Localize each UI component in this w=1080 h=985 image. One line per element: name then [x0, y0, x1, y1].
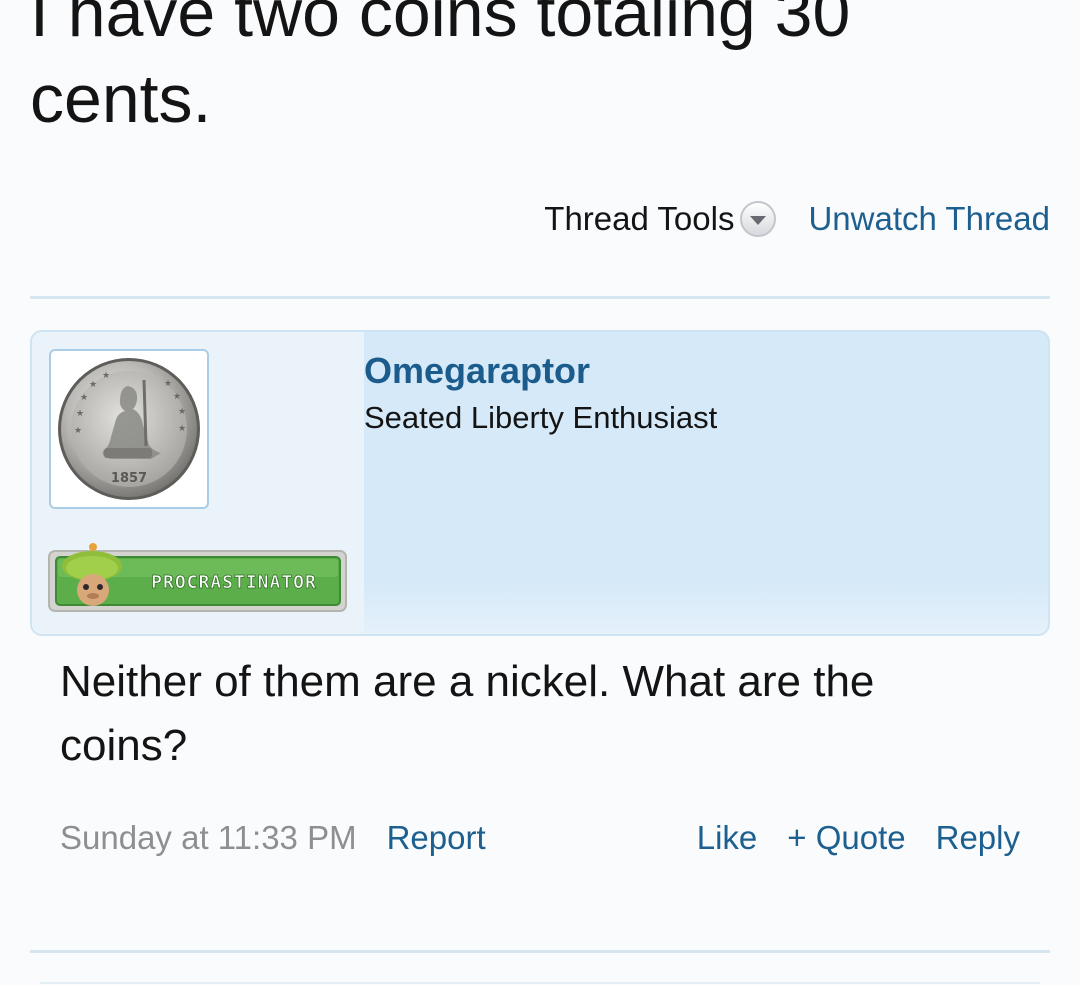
post-author-username[interactable]: Omegaraptor [364, 350, 590, 392]
svg-text:★: ★ [102, 371, 110, 381]
thread-page: I have two coins totaling 30 cents. Thre… [0, 0, 1080, 985]
svg-text:★: ★ [74, 426, 82, 436]
thread-tools-menu[interactable]: Thread Tools [544, 200, 777, 238]
badge-label: PROCRASTINATOR [151, 572, 317, 593]
svg-text:★: ★ [89, 380, 97, 390]
reply-button[interactable]: Reply [936, 815, 1020, 861]
thread-tools-bar: Thread Tools Unwatch Thread [544, 196, 1050, 242]
seated-liberty-coin-icon: ★ ★ ★ ★ ★ ★ ★ ★ ★ 1857 [58, 358, 200, 500]
award-badge[interactable]: PROCRASTINATOR [48, 542, 348, 621]
post-actions: Like + Quote Reply [697, 815, 1020, 861]
quote-button[interactable]: + Quote [787, 815, 905, 861]
avatar-column: ★ ★ ★ ★ ★ ★ ★ ★ ★ 1857 PROCRASTINATOR [32, 332, 364, 634]
coin-year: 1857 [111, 471, 147, 486]
post-author-title: Seated Liberty Enthusiast [364, 400, 718, 435]
report-link[interactable]: Report [387, 815, 486, 861]
svg-text:★: ★ [178, 424, 186, 434]
svg-text:★: ★ [76, 409, 84, 419]
svg-text:★: ★ [178, 407, 186, 417]
thread-title: I have two coins totaling 30 cents. [30, 0, 851, 137]
thread-divider [30, 296, 1050, 299]
avatar[interactable]: ★ ★ ★ ★ ★ ★ ★ ★ ★ 1857 [49, 349, 209, 509]
post-divider [30, 950, 1050, 953]
post-message-body: Neither of them are a nickel. What are t… [60, 657, 875, 770]
svg-text:★: ★ [164, 379, 172, 389]
svg-text:★: ★ [80, 393, 88, 403]
procrastinator-badge: PROCRASTINATOR [48, 543, 347, 612]
thread-tools-label: Thread Tools [544, 200, 735, 237]
like-button[interactable]: Like [697, 815, 758, 861]
svg-text:★: ★ [173, 392, 181, 402]
chevron-down-icon[interactable] [740, 201, 777, 237]
message-user-block: ★ ★ ★ ★ ★ ★ ★ ★ ★ 1857 PROCRASTINATOR Om… [30, 330, 1050, 636]
post-timestamp[interactable]: Sunday at 11:33 PM [60, 815, 357, 861]
next-post-edge [40, 982, 1040, 984]
unwatch-thread-link[interactable]: Unwatch Thread [808, 200, 1050, 238]
post-footer-left: Sunday at 11:33 PM Report [60, 815, 486, 861]
